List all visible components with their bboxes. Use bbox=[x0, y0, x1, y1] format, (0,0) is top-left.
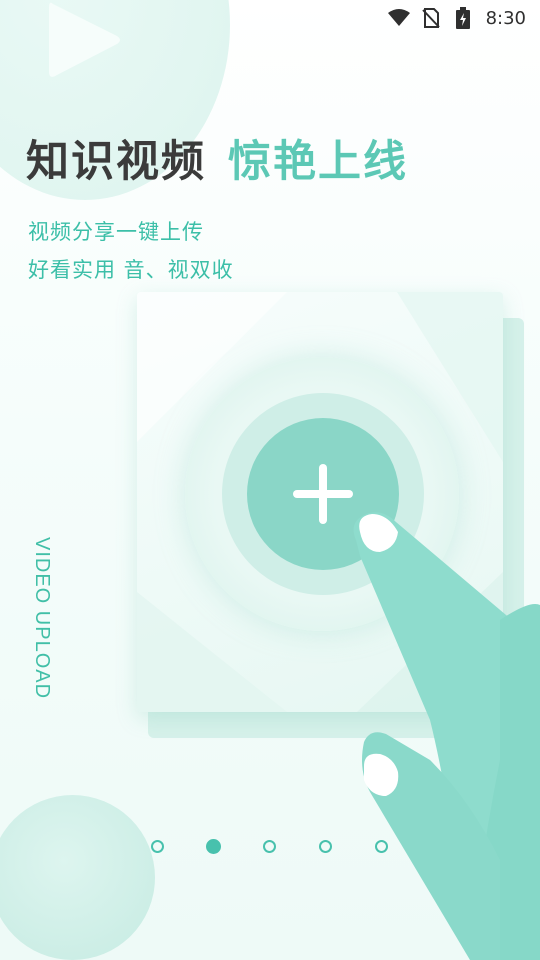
page-dot-3[interactable] bbox=[263, 840, 276, 853]
vertical-label-text: VIDEO UPLOAD bbox=[31, 537, 53, 700]
page-dot-2-active[interactable] bbox=[206, 839, 221, 854]
subtitle-line-1: 视频分享一键上传 bbox=[28, 220, 204, 244]
page-dot-1[interactable] bbox=[151, 840, 164, 853]
page-indicator bbox=[0, 838, 540, 858]
headline-title: 知识视频 bbox=[26, 137, 206, 187]
onboarding-screen: 8:30 知识视频 惊艳上线 视频分享一键上传 好看实用 音、视双收 VIDEO… bbox=[0, 0, 540, 960]
add-icon bbox=[293, 464, 353, 524]
status-bar: 8:30 bbox=[0, 0, 540, 36]
add-button[interactable] bbox=[247, 418, 399, 570]
battery-charging-icon bbox=[452, 7, 474, 29]
headline-highlight: 惊艳上线 bbox=[228, 137, 408, 187]
wifi-icon bbox=[387, 7, 410, 29]
vertical-label: VIDEO UPLOAD bbox=[31, 537, 55, 707]
background-blob-bottom bbox=[0, 795, 155, 960]
headline: 知识视频 惊艳上线 bbox=[26, 127, 408, 189]
status-time: 8:30 bbox=[485, 7, 526, 29]
page-dot-4[interactable] bbox=[319, 840, 332, 853]
no-sim-icon bbox=[420, 7, 442, 29]
page-dot-5[interactable] bbox=[375, 840, 388, 853]
subtitle-line-2: 好看实用 音、视双收 bbox=[28, 258, 234, 282]
